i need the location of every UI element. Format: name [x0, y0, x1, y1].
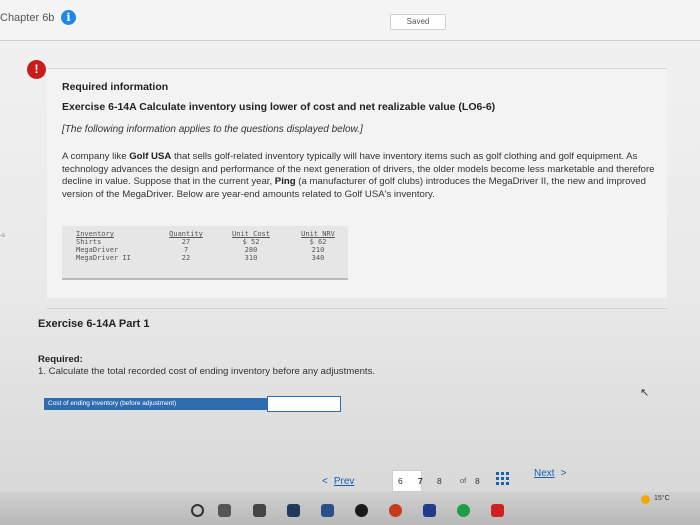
table-cell: 310 — [244, 254, 258, 262]
exercise-title: Exercise 6-14A Calculate inventory using… — [62, 101, 496, 113]
table-cell: MegaDriver II — [76, 254, 131, 262]
unit-cost-column: Unit Cost $ 52 280 310 — [228, 230, 274, 262]
weather-icon — [641, 495, 650, 504]
card-bottom-edge — [47, 298, 667, 309]
screen: Chapter 6b i Saved ‑s ! Required informa… — [0, 0, 700, 525]
table-cell: 27 — [181, 238, 191, 246]
table-cell: $ 52 — [242, 238, 260, 246]
problem-description: A company like Golf USA that sells golf-… — [62, 151, 658, 201]
left-edge-mark: ‑s — [0, 233, 5, 239]
quantity-header: Quantity — [169, 230, 203, 238]
chrome-icon[interactable] — [457, 504, 470, 517]
mouse-cursor-icon: ↖ — [640, 387, 650, 399]
table-cell: MegaDriver — [76, 246, 119, 254]
company-name: Golf USA — [129, 151, 172, 162]
quantity-column: Quantity 27 7 22 — [166, 230, 206, 262]
task-view-icon[interactable] — [218, 504, 231, 517]
page-8-link[interactable]: 8 — [437, 476, 442, 486]
manufacturer-name: Ping — [274, 176, 296, 188]
app-icon[interactable] — [253, 504, 266, 517]
app-icon[interactable] — [389, 504, 402, 517]
table-cell: 210 — [311, 246, 325, 254]
inventory-table: Inventory Shirts MegaDriver MegaDriver I… — [62, 226, 348, 280]
chevron-left-icon: < — [322, 476, 328, 487]
info-icon[interactable]: i — [61, 10, 76, 25]
chapter-title: Chapter 6b — [0, 12, 55, 24]
ending-inventory-cost-input[interactable] — [267, 396, 341, 412]
info-note: [The following information applies to th… — [62, 124, 363, 135]
total-pages: 8 — [475, 476, 480, 486]
xbox-icon[interactable] — [355, 504, 368, 517]
next-button[interactable]: Next > — [534, 468, 566, 479]
app-icon[interactable] — [491, 504, 504, 517]
question-text: 1. Calculate the total recorded cost of … — [38, 366, 376, 377]
temperature: 15°C — [654, 495, 670, 502]
prev-button[interactable]: < Prev — [322, 476, 354, 487]
grid-icon[interactable] — [496, 472, 510, 486]
table-cell: 22 — [181, 254, 191, 262]
description-intro: A company like — [62, 151, 130, 162]
unit-cost-header: Unit Cost — [232, 230, 270, 238]
page-7-current[interactable]: 7 — [418, 476, 423, 486]
table-cell: 280 — [244, 246, 258, 254]
unit-nrv-column: Unit NRV $ 62 210 340 — [296, 230, 340, 262]
answer-label: Cost of ending inventory (before adjustm… — [44, 398, 270, 410]
page-6-link[interactable]: 6 — [398, 476, 403, 486]
table-cell: $ 62 — [309, 238, 327, 246]
part-title: Exercise 6-14A Part 1 — [38, 318, 150, 330]
app-icon[interactable] — [423, 504, 436, 517]
unit-nrv-header: Unit NRV — [301, 230, 335, 238]
app-icon[interactable] — [287, 504, 300, 517]
search-icon[interactable] — [191, 504, 204, 517]
of-label: of — [460, 476, 467, 485]
taskbar — [0, 492, 700, 525]
inventory-column: Inventory Shirts MegaDriver MegaDriver I… — [76, 230, 131, 262]
table-cell: 340 — [311, 254, 325, 262]
required-label: Required: — [38, 354, 83, 365]
prev-label: Prev — [333, 476, 355, 487]
top-bar: Chapter 6b i Saved — [0, 0, 700, 41]
table-cell: 7 — [183, 246, 189, 254]
required-information-heading: Required information — [62, 81, 169, 93]
saved-status: Saved — [390, 14, 446, 30]
next-label: Next — [534, 468, 555, 479]
table-cell: Shirts — [76, 238, 102, 246]
alert-icon: ! — [27, 60, 46, 79]
chevron-right-icon: > — [560, 468, 567, 479]
inventory-header: Inventory — [76, 230, 114, 238]
app-icon[interactable] — [321, 504, 334, 517]
